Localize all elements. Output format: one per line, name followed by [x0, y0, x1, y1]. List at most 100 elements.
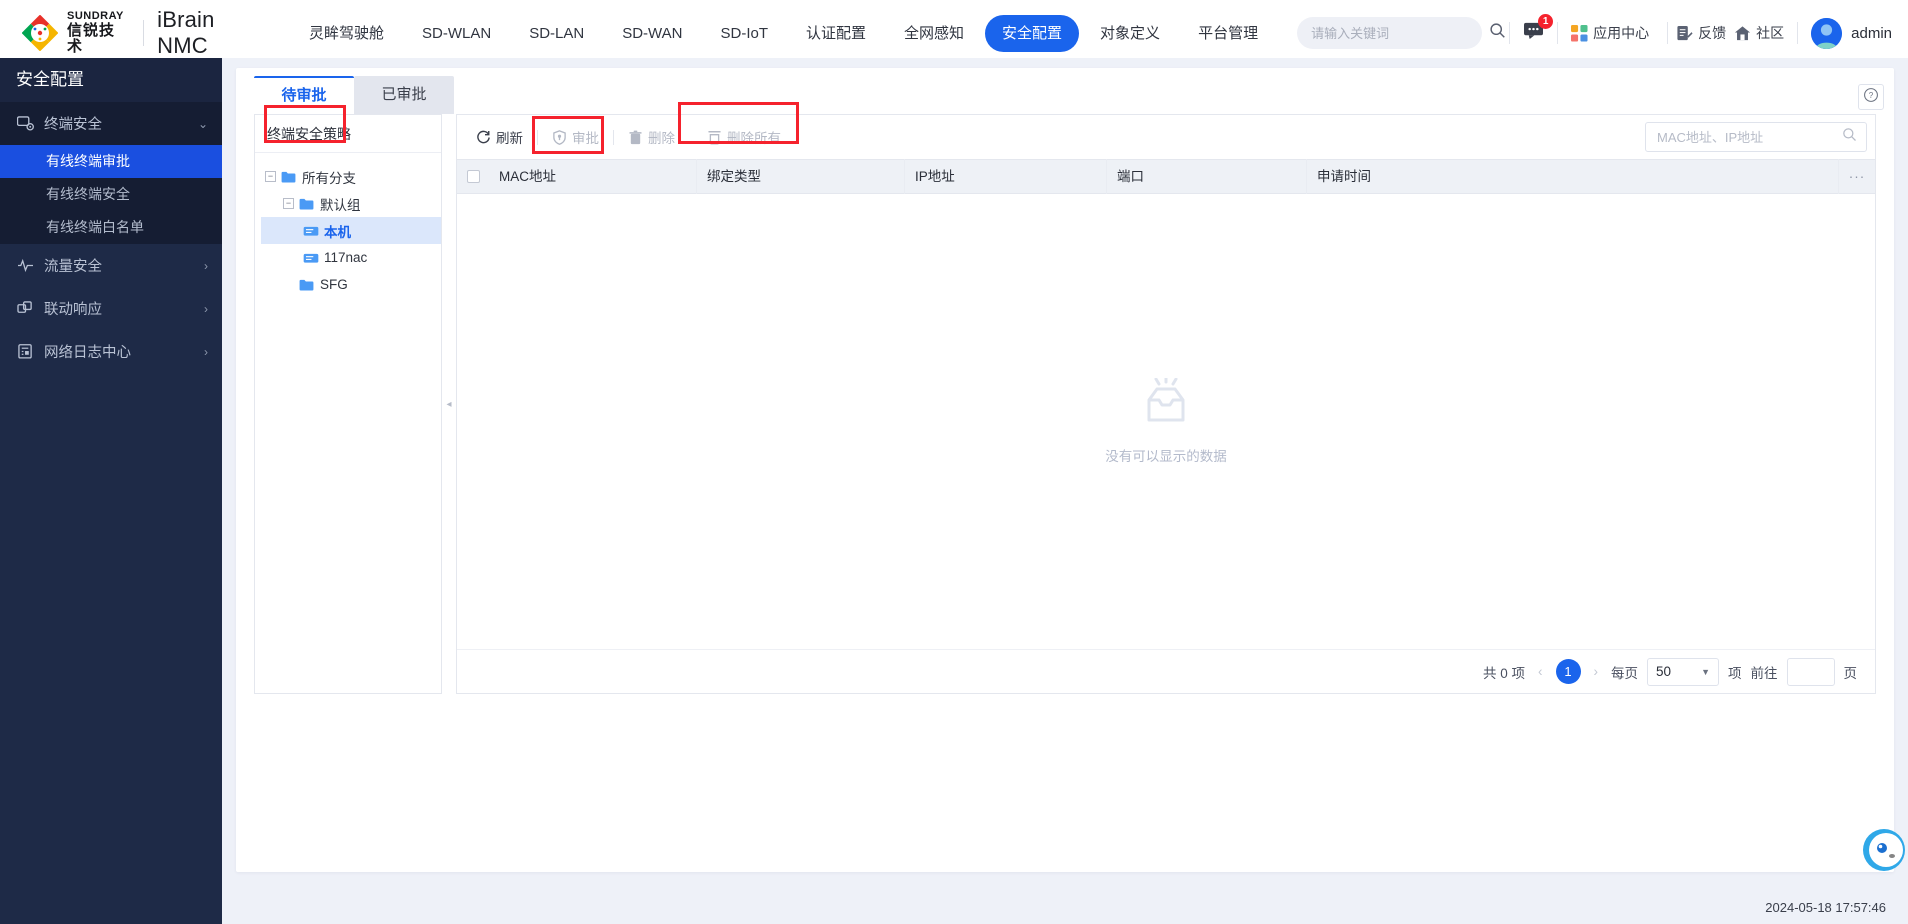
header-divider-1: [1509, 22, 1511, 44]
tree-node-local-device[interactable]: 本机: [261, 217, 441, 244]
refresh-button-label: 刷新: [496, 131, 523, 146]
panel-splitter-handle[interactable]: ◂: [442, 114, 456, 694]
device-icon: [303, 225, 319, 236]
chevron-right-icon: ›: [204, 344, 208, 359]
approve-button-label: 审批: [572, 131, 599, 146]
table-search-box[interactable]: [1645, 122, 1867, 152]
sidebar-group-linkage-response[interactable]: 联动响应 ›: [0, 287, 222, 330]
folder-icon: [299, 198, 314, 210]
column-header-port[interactable]: 端口: [1107, 159, 1307, 194]
column-header-binding-type[interactable]: 绑定类型: [697, 159, 905, 194]
content-area: ? 待审批 已审批 终端安全策略 − 所有分支 − 默认组 本机 117nac …: [222, 58, 1908, 924]
feedback-link[interactable]: 反馈: [1676, 23, 1726, 43]
message-badge: 1: [1538, 14, 1554, 29]
tree-node-117nac[interactable]: 117nac: [261, 244, 441, 271]
search-icon[interactable]: [1842, 127, 1857, 147]
linkage-response-icon: [16, 301, 34, 316]
column-header-apply-time[interactable]: 申请时间: [1307, 159, 1839, 194]
page-size-label: 每页: [1611, 665, 1638, 681]
main-navigation: 灵眸驾驶舱 SD-WLAN SD-LAN SD-WAN SD-IoT 认证配置 …: [292, 0, 1279, 67]
tree-node-sfg-label: SFG: [320, 277, 348, 292]
header-right-actions: 1 应用中心 反馈 社区 admin: [1496, 0, 1908, 67]
tree-node-sfg[interactable]: SFG: [261, 271, 441, 298]
pagination-page-1[interactable]: 1: [1555, 659, 1581, 684]
nav-item-cockpit[interactable]: 灵眸驾驶舱: [292, 15, 401, 52]
sidebar-item-wired-terminal-whitelist[interactable]: 有线终端白名单: [0, 211, 222, 244]
global-search-input[interactable]: [1309, 24, 1490, 42]
tree-node-117nac-label: 117nac: [324, 250, 368, 265]
tab-pending-approval[interactable]: 待审批: [254, 76, 354, 114]
nav-item-platform-management[interactable]: 平台管理: [1181, 15, 1275, 52]
global-search-box[interactable]: [1297, 17, 1505, 49]
device-icon: [303, 252, 319, 263]
nav-item-sdlan[interactable]: SD-LAN: [512, 15, 601, 52]
feedback-label: 反馈: [1698, 25, 1727, 41]
folder-icon: [281, 171, 296, 183]
messages-button[interactable]: 1: [1523, 14, 1554, 45]
nav-item-network-awareness[interactable]: 全网感知: [887, 15, 981, 52]
assistant-floating-icon[interactable]: [1860, 826, 1908, 874]
tree-node-local-device-label: 本机: [324, 224, 351, 240]
nav-item-sdwan[interactable]: SD-WAN: [605, 15, 699, 52]
status-bar: 2024-05-18 17:57:46: [222, 890, 1908, 924]
top-header-bar: SUNDRAY 信锐技术 iBrain NMC 灵眸驾驶舱 SD-WLAN SD…: [0, 0, 1908, 67]
sidebar-group-network-log-center[interactable]: 网络日志中心 ›: [0, 330, 222, 373]
folder-icon: [299, 279, 314, 291]
approval-table-area: 刷新 审批 删除 删除所有 MAC地址、IP地址 MAC地址 绑定类型 IP地址…: [264, 102, 1876, 694]
toolbar-separator: [613, 129, 614, 145]
tree-node-all-branches[interactable]: − 所有分支: [261, 163, 441, 190]
nav-item-sdwlan[interactable]: SD-WLAN: [405, 15, 508, 52]
app-center-link[interactable]: 应用中心: [1571, 23, 1649, 43]
table-empty-text: 没有可以显示的数据: [1105, 449, 1227, 464]
sidebar-title: 安全配置: [0, 58, 222, 102]
nav-item-object-definition[interactable]: 对象定义: [1083, 15, 1177, 52]
user-menu[interactable]: admin: [1811, 17, 1892, 49]
toolbar-separator: [537, 129, 538, 145]
column-header-mac-address[interactable]: MAC地址: [489, 159, 697, 194]
sidebar-group-traffic-security-label: 流量安全: [44, 259, 102, 275]
community-link[interactable]: 社区: [1734, 23, 1784, 43]
main-card: ? 待审批 已审批 终端安全策略 − 所有分支 − 默认组 本机 117nac …: [236, 68, 1894, 872]
pagination-prev-button[interactable]: ‹: [1534, 664, 1547, 679]
collapse-toggle-icon[interactable]: −: [265, 171, 276, 182]
avatar: [1811, 17, 1843, 49]
table-search-input[interactable]: [1655, 128, 1842, 146]
tree-node-default-group[interactable]: − 默认组: [261, 190, 441, 217]
product-title: iBrain NMC: [157, 7, 215, 58]
status-datetime: 2024-05-18 17:57:46: [1765, 899, 1886, 915]
delete-button[interactable]: 删除: [619, 122, 684, 152]
delete-all-button[interactable]: 删除所有: [698, 122, 790, 152]
tree-node-all-branches-label: 所有分支: [302, 170, 356, 186]
sidebar-item-wired-terminal-security[interactable]: 有线终端安全: [0, 178, 222, 211]
goto-page-input[interactable]: [1786, 657, 1835, 686]
refresh-icon: [476, 130, 491, 145]
header-divider-3: [1667, 22, 1669, 44]
sidebar-group-terminal-security[interactable]: 终端安全 ⌄: [0, 102, 222, 145]
sidebar-group-traffic-security[interactable]: 流量安全 ›: [0, 244, 222, 287]
page-size-value: 50: [1656, 664, 1672, 679]
page-size-unit-label: 项: [1728, 665, 1742, 681]
tab-approved[interactable]: 已审批: [354, 76, 454, 114]
nav-item-sdiot[interactable]: SD-IoT: [703, 15, 785, 52]
column-settings-button[interactable]: ···: [1839, 159, 1875, 194]
page-size-select[interactable]: 50 ▼: [1647, 657, 1719, 686]
app-center-label: 应用中心: [1593, 25, 1650, 41]
nav-item-security-config[interactable]: 安全配置: [985, 14, 1080, 52]
help-button[interactable]: ?: [1858, 84, 1884, 110]
refresh-button[interactable]: 刷新: [467, 122, 532, 152]
sidebar-item-wired-terminal-approval[interactable]: 有线终端审批: [0, 145, 222, 178]
community-label: 社区: [1756, 25, 1785, 41]
collapse-toggle-icon[interactable]: −: [283, 198, 294, 209]
nav-item-auth-config[interactable]: 认证配置: [789, 15, 883, 52]
body-row: 终端安全策略 − 所有分支 − 默认组 本机 117nac SFG ◂ 刷新 审…: [236, 102, 1894, 694]
column-header-ip-address[interactable]: IP地址: [905, 159, 1107, 194]
select-all-checkbox[interactable]: [466, 170, 480, 183]
network-log-icon: [16, 344, 34, 359]
apps-grid-icon: [1571, 24, 1588, 42]
pagination-next-button[interactable]: ›: [1590, 664, 1603, 679]
approve-shield-icon: [552, 129, 567, 145]
approve-button[interactable]: 审批: [543, 122, 608, 152]
pagination-total-label: 共 0 项: [1482, 665, 1525, 681]
brand-name-cn: 信锐技术: [67, 22, 116, 55]
chevron-down-icon: ▼: [1701, 666, 1710, 677]
